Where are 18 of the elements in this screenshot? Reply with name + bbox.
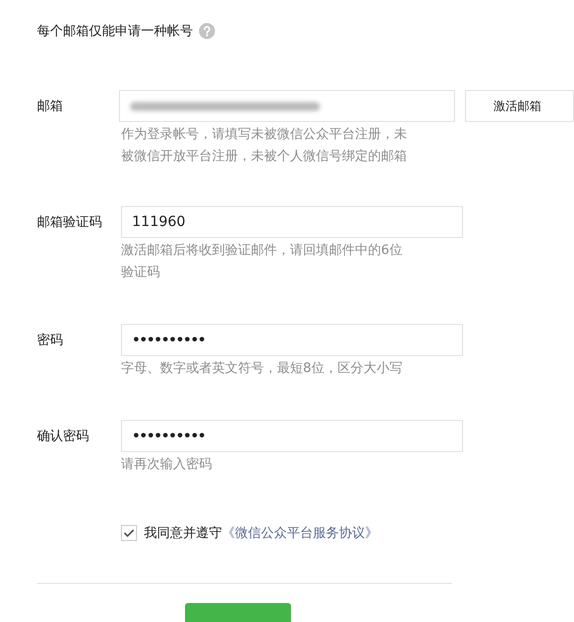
hint-text: 激活邮箱后将收到验证邮件，请回填邮件中的6位验证码 <box>121 242 404 282</box>
password-field[interactable]: •••••••••• <box>121 324 463 356</box>
password-field[interactable]: •••••••••• <box>121 420 463 452</box>
activate-button[interactable]: 激活邮箱 <box>465 90 574 122</box>
agreement-link[interactable]: 《微信公众平台服务协议》 <box>222 524 378 542</box>
hint-text: 请再次输入密码 <box>121 456 213 474</box>
hint-text: 字母、数字或者英文符号，最短8位，区分大小写 <box>121 360 404 378</box>
agree-checkbox[interactable] <box>121 525 137 541</box>
field-label: 密码 <box>37 332 64 349</box>
help-icon[interactable] <box>199 23 215 39</box>
input-field[interactable]: 111960 <box>121 206 463 238</box>
field-label: 邮箱验证码 <box>37 214 103 231</box>
agreement-text: 我同意并遵守 <box>144 525 222 542</box>
hint-text: 作为登录帐号，请填写未被微信公众平台注册，未被微信开放平台注册，未被个人微信号绑定的邮箱 <box>121 126 408 166</box>
notice-text: 每个邮箱仅能申请一种帐号 <box>37 23 193 40</box>
field-label: 确认密码 <box>37 428 90 445</box>
field-label: 邮箱 <box>37 98 64 115</box>
email-field[interactable] <box>119 90 456 122</box>
